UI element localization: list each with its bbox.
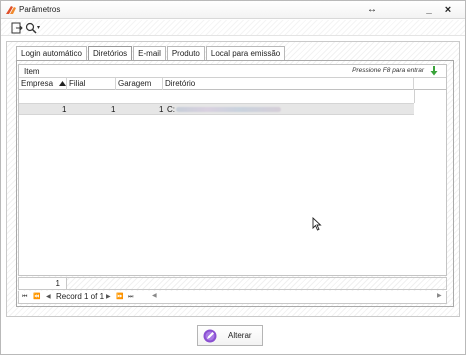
- header-filler: [414, 90, 446, 103]
- directories-grid[interactable]: Item Pressione F8 para entrar Empresa Fi…: [18, 64, 447, 276]
- alterar-label: Alterar: [228, 331, 252, 340]
- app-logo-icon: [6, 6, 16, 14]
- mouse-cursor-icon: [312, 217, 322, 231]
- parametros-window: Parâmetros ↔ _ × ▾ Login automático Dire…: [0, 0, 466, 355]
- cell-empresa: 1: [62, 105, 67, 114]
- cell-diretorio: C:: [167, 105, 175, 114]
- tab-email[interactable]: E-mail: [133, 46, 166, 60]
- alterar-button[interactable]: Alterar: [197, 325, 263, 346]
- tab-local-para-emissao[interactable]: Local para emissão: [205, 46, 286, 60]
- record-navigator: ⏮ ⏪ ◀ Record 1 of 1 ▶ ⏩ ⏭ ◀ ▶: [18, 291, 447, 304]
- sort-ascending-icon: [59, 81, 66, 86]
- record-indicator: Record 1 of 1: [56, 292, 105, 301]
- column-header-diretorio[interactable]: Diretório: [163, 78, 414, 90]
- grid-header: Empresa Filial Garagem Diretório: [19, 77, 446, 103]
- exit-icon[interactable]: [11, 22, 23, 34]
- next-record-button[interactable]: ▶: [106, 292, 111, 302]
- first-record-button[interactable]: ⏮: [22, 292, 28, 302]
- previous-record-button[interactable]: ◀: [46, 292, 51, 302]
- table-row[interactable]: 1 1 1 C:: [19, 103, 414, 115]
- cell-filial: 1: [111, 105, 116, 114]
- column-header-empresa[interactable]: Empresa: [19, 78, 67, 90]
- grid-hint: Pressione F8 para entrar: [352, 67, 424, 74]
- search-icon[interactable]: [25, 22, 37, 34]
- resize-button[interactable]: ↔: [364, 3, 380, 17]
- scroll-right-button[interactable]: ▶: [437, 292, 442, 299]
- column-header-label: Empresa: [21, 79, 54, 88]
- edit-icon: [203, 329, 217, 343]
- last-record-button[interactable]: ⏭: [128, 292, 134, 302]
- toolbar: ▾: [1, 20, 465, 36]
- close-button[interactable]: ×: [440, 3, 456, 17]
- tab-strip: Login automático Diretórios E-mail Produ…: [16, 46, 286, 61]
- window-title: Parâmetros: [19, 5, 61, 14]
- dropdown-caret-icon[interactable]: ▾: [37, 24, 40, 31]
- previous-page-button[interactable]: ⏪: [33, 292, 41, 302]
- next-page-button[interactable]: ⏩: [116, 292, 124, 302]
- minimize-button[interactable]: _: [421, 3, 437, 17]
- arrow-down-icon[interactable]: [430, 66, 438, 76]
- scroll-left-button[interactable]: ◀: [152, 292, 157, 299]
- tab-login-automatico[interactable]: Login automático: [16, 46, 87, 60]
- tab-produto[interactable]: Produto: [166, 46, 205, 60]
- redacted-path: [176, 107, 281, 112]
- column-header-filial[interactable]: Filial: [67, 78, 116, 90]
- column-header-garagem[interactable]: Garagem: [116, 78, 163, 90]
- grid-footer: 1: [18, 277, 447, 290]
- tab-diretorios[interactable]: Diretórios: [87, 46, 133, 61]
- record-count: 1: [19, 278, 67, 289]
- title-bar: Parâmetros ↔ _ ×: [1, 1, 465, 19]
- cell-garagem: 1: [159, 105, 164, 114]
- grid-caption: Item: [24, 67, 40, 76]
- horizontal-scrollbar[interactable]: [151, 293, 441, 301]
